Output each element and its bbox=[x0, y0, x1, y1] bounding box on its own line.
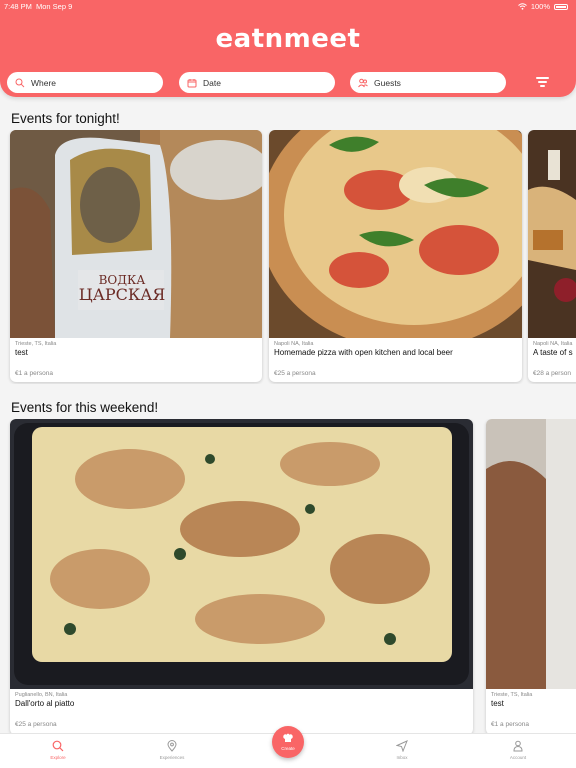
where-label: Where bbox=[31, 77, 57, 88]
tab-account[interactable]: Account bbox=[488, 740, 548, 760]
filter-icon bbox=[536, 77, 549, 79]
guests-search-field[interactable]: Guests bbox=[350, 72, 506, 93]
status-bar: 7:48 PM Mon Sep 9 100% bbox=[0, 2, 576, 12]
event-price: €25 a persona bbox=[274, 370, 316, 377]
search-icon bbox=[15, 78, 25, 87]
event-price: €25 a persona bbox=[15, 721, 57, 728]
filter-icon-line bbox=[538, 81, 547, 83]
event-photo bbox=[528, 130, 576, 338]
date-search-field[interactable]: Date bbox=[179, 72, 335, 93]
event-card[interactable]: Napoli NA, Italia A taste of s €28 a per… bbox=[528, 130, 576, 382]
guests-label: Guests bbox=[374, 77, 401, 88]
event-card[interactable]: Napoli NA, Italia Homemade pizza with op… bbox=[269, 130, 522, 382]
chef-hat-icon bbox=[283, 733, 293, 742]
weekend-events-row[interactable]: Puglianello, BN, Italia Dall'orto al pia… bbox=[0, 419, 576, 733]
guests-icon bbox=[358, 78, 368, 87]
status-time: 7:48 PM bbox=[4, 2, 32, 11]
tab-explore[interactable]: Explore bbox=[28, 740, 88, 760]
event-title: test bbox=[15, 348, 28, 357]
calendar-icon bbox=[187, 78, 197, 87]
event-price: €1 a persona bbox=[15, 370, 53, 377]
tab-label: Inbox bbox=[396, 755, 408, 760]
event-location: Trieste, TS, Italia bbox=[15, 341, 57, 347]
event-photo bbox=[486, 419, 576, 689]
event-card[interactable]: Puglianello, BN, Italia Dall'orto al pia… bbox=[10, 419, 473, 733]
where-search-field[interactable]: Where bbox=[7, 72, 163, 93]
create-label: Create bbox=[281, 746, 295, 751]
status-date: Mon Sep 9 bbox=[36, 2, 73, 11]
event-card[interactable]: Trieste, TS, Italia test €1 a persona bbox=[486, 419, 576, 733]
app-header: 7:48 PM Mon Sep 9 100% eatnmeet Where Da… bbox=[0, 0, 576, 97]
event-title: Dall'orto al piatto bbox=[15, 699, 75, 708]
tab-inbox[interactable]: Inbox bbox=[372, 740, 432, 760]
event-price: €1 a persona bbox=[491, 721, 529, 728]
app-logo: eatnmeet bbox=[215, 24, 361, 54]
status-right: 100% bbox=[517, 2, 568, 11]
create-button[interactable]: Create bbox=[272, 726, 304, 758]
tab-label: Explore bbox=[50, 755, 66, 760]
event-location: Napoli NA, Italia bbox=[274, 341, 314, 347]
event-photo: ВОДКА ЦАРСКАЯ bbox=[10, 130, 262, 338]
event-card[interactable]: ВОДКА ЦАРСКАЯ Trieste, TS, Italia test €… bbox=[10, 130, 262, 382]
battery-percent: 100% bbox=[530, 2, 550, 11]
event-title: A taste of s bbox=[533, 348, 573, 357]
event-price: €28 a person bbox=[533, 370, 571, 377]
tonight-events-row[interactable]: ВОДКА ЦАРСКАЯ Trieste, TS, Italia test €… bbox=[0, 130, 576, 384]
event-title: Homemade pizza with open kitchen and loc… bbox=[274, 348, 453, 357]
paper-plane-icon bbox=[396, 740, 408, 752]
event-location: Trieste, TS, Italia bbox=[491, 692, 533, 698]
tab-label: Experiences bbox=[159, 755, 185, 760]
search-icon bbox=[52, 740, 64, 752]
filter-icon-line bbox=[540, 85, 545, 87]
map-pin-icon bbox=[167, 740, 177, 752]
battery-icon bbox=[554, 3, 568, 10]
tab-label: Account bbox=[509, 755, 527, 760]
section-title-weekend: Events for this weekend! bbox=[11, 400, 159, 415]
event-location: Puglianello, BN, Italia bbox=[15, 692, 68, 698]
event-photo bbox=[269, 130, 522, 338]
section-title-tonight: Events for tonight! bbox=[11, 111, 120, 126]
svg-text:ЦАРСКАЯ: ЦАРСКАЯ bbox=[79, 285, 166, 304]
person-icon bbox=[513, 740, 523, 752]
date-label: Date bbox=[203, 77, 221, 88]
wifi-icon bbox=[517, 3, 527, 10]
event-photo bbox=[10, 419, 473, 689]
event-title: test bbox=[491, 699, 504, 708]
tab-experiences[interactable]: Experiences bbox=[142, 740, 202, 760]
event-location: Napoli NA, Italia bbox=[533, 341, 573, 347]
filter-button[interactable] bbox=[536, 74, 554, 90]
